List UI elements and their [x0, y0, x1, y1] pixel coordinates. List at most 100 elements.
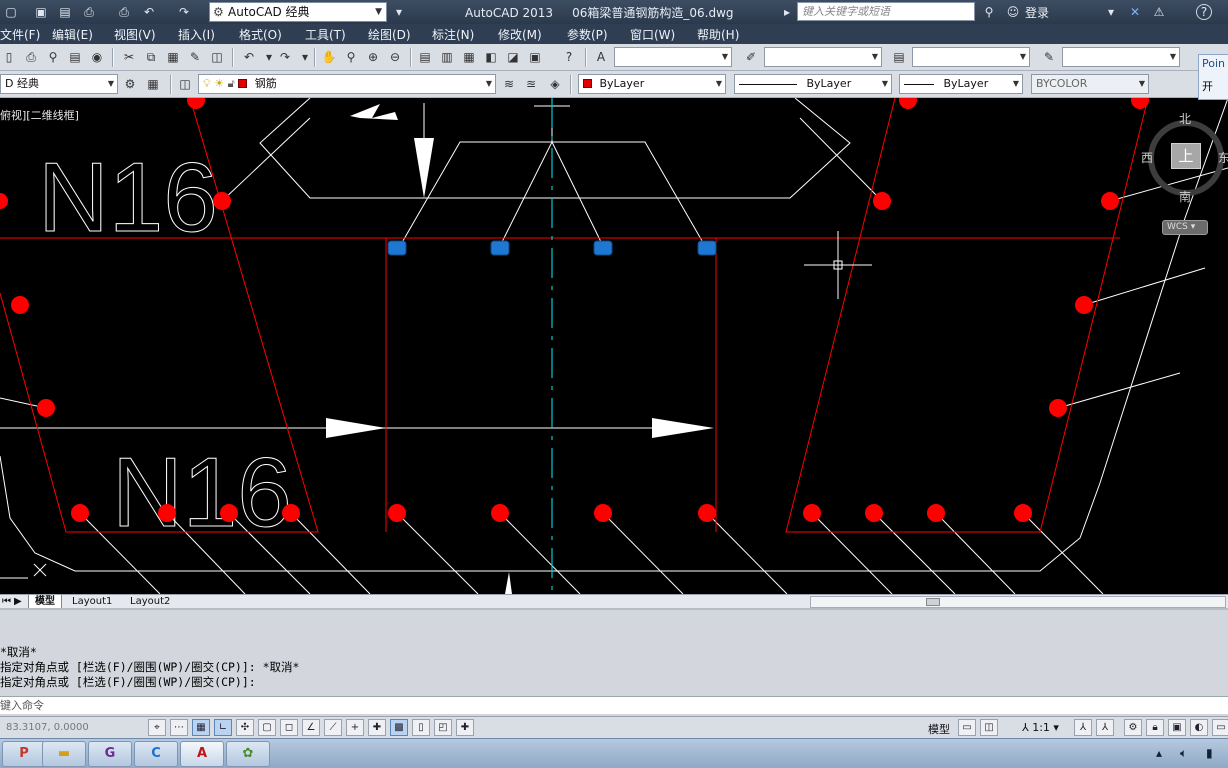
- annotation-monitor-icon[interactable]: ✚: [456, 719, 474, 736]
- explorer-icon[interactable]: ▬: [42, 741, 86, 767]
- zoom-realtime-icon[interactable]: ⚲: [342, 48, 360, 66]
- preview-icon[interactable]: ⚲: [44, 48, 62, 66]
- sheet-set-icon[interactable]: ◧: [482, 48, 500, 66]
- grid-icon[interactable]: ▦: [192, 719, 210, 736]
- annotation-scale[interactable]: ⅄ 1:1 ▾: [1022, 721, 1059, 734]
- table-style-select[interactable]: ▼: [912, 47, 1030, 67]
- mleader-style-select[interactable]: ▼: [1062, 47, 1180, 67]
- paste-icon[interactable]: ▦: [164, 48, 182, 66]
- color-select[interactable]: ByLayer ▼: [578, 74, 726, 94]
- exchange-icon[interactable]: ✕: [1126, 3, 1144, 21]
- layer-manager-icon[interactable]: ◫: [176, 75, 194, 93]
- workspace-settings-icon[interactable]: ▦: [144, 75, 162, 93]
- snap-icon[interactable]: ⋯: [170, 719, 188, 736]
- new-icon[interactable]: ▯: [0, 48, 18, 66]
- undo-icon[interactable]: ↶: [140, 3, 158, 21]
- coordinate-readout[interactable]: 83.3107, 0.0000: [6, 722, 89, 733]
- quick-properties-icon[interactable]: ▯: [412, 719, 430, 736]
- tray-expand-icon[interactable]: ▴: [1156, 746, 1162, 760]
- osnap-icon[interactable]: ▢: [258, 719, 276, 736]
- infer-constraints-icon[interactable]: ⌖: [148, 719, 166, 736]
- text-style-select[interactable]: ▼: [614, 47, 732, 67]
- horizontal-scrollbar[interactable]: [810, 596, 1226, 608]
- polar-icon[interactable]: ✣: [236, 719, 254, 736]
- clean-screen-icon[interactable]: ▭: [1212, 719, 1228, 736]
- publish-icon[interactable]: ◉: [88, 48, 106, 66]
- chevron-down-icon[interactable]: ▾: [296, 48, 314, 66]
- menu-window[interactable]: 窗口(W): [630, 26, 675, 43]
- compass-south[interactable]: 南: [1179, 188, 1191, 205]
- app-menu-icon[interactable]: ▢: [2, 3, 20, 21]
- auto-scale-icon[interactable]: ⅄: [1096, 719, 1114, 736]
- grip[interactable]: [697, 240, 717, 256]
- properties-icon[interactable]: ▤: [416, 48, 434, 66]
- grip[interactable]: [593, 240, 613, 256]
- publish-icon[interactable]: ⎙: [80, 3, 98, 21]
- pan-icon[interactable]: ✋: [320, 48, 338, 66]
- 3dosnap-icon[interactable]: ◻: [280, 719, 298, 736]
- quick-view-layouts-icon[interactable]: ▭: [958, 719, 976, 736]
- user-icon[interactable]: ☺: [1004, 3, 1022, 21]
- lineweight-icon[interactable]: ✚: [368, 719, 386, 736]
- menu-edit[interactable]: 编辑(E): [52, 26, 93, 43]
- caret-icon[interactable]: ▸: [778, 3, 796, 21]
- workspace-combo[interactable]: D 经典 ▼: [0, 74, 118, 94]
- menu-file[interactable]: 文件(F): [0, 26, 40, 43]
- viewcube[interactable]: 上 北 南 西 东: [1140, 112, 1228, 205]
- network-icon[interactable]: ▮: [1206, 746, 1213, 760]
- make-current-icon[interactable]: ≋: [500, 75, 518, 93]
- selection-cycling-icon[interactable]: ◰: [434, 719, 452, 736]
- layer-previous-icon[interactable]: ≊: [522, 75, 540, 93]
- drawing-canvas[interactable]: N16 N16 俯视][二维线框] 上 北 南 西 东 WCS ▾: [0, 98, 1228, 594]
- tab-layout1[interactable]: Layout1: [66, 595, 118, 609]
- zoom-window-icon[interactable]: ⊕: [364, 48, 382, 66]
- mleader-style-icon[interactable]: ✎: [1040, 48, 1058, 66]
- ducs-icon[interactable]: ⟋: [324, 719, 342, 736]
- toolbar-lock-icon[interactable]: 🔒︎: [1146, 719, 1164, 736]
- undo-icon[interactable]: ↶: [240, 48, 258, 66]
- print-icon[interactable]: ⎙: [22, 48, 40, 66]
- powerpoint-icon[interactable]: P: [2, 741, 46, 767]
- otrack-icon[interactable]: ∠: [302, 719, 320, 736]
- dyn-icon[interactable]: +: [346, 719, 364, 736]
- save-icon[interactable]: ▣: [32, 3, 50, 21]
- dropdown-icon[interactable]: ▾: [1102, 3, 1120, 21]
- help-icon[interactable]: ?: [1196, 4, 1212, 20]
- app-g-icon[interactable]: G: [88, 741, 132, 767]
- dim-style-icon[interactable]: ✐: [742, 48, 760, 66]
- menu-draw[interactable]: 绘图(D): [368, 26, 411, 43]
- login-link[interactable]: 登录: [1025, 4, 1049, 21]
- design-center-icon[interactable]: ▥: [438, 48, 456, 66]
- menu-help[interactable]: 帮助(H): [697, 26, 739, 43]
- compass-east[interactable]: 东: [1218, 149, 1228, 166]
- isolate-objects-icon[interactable]: ◐: [1190, 719, 1208, 736]
- markup-icon[interactable]: ◪: [504, 48, 522, 66]
- transparency-icon[interactable]: ▩: [390, 719, 408, 736]
- match-properties-icon[interactable]: ✎: [186, 48, 204, 66]
- wcs-menu[interactable]: WCS ▾: [1162, 220, 1208, 235]
- workspace-switch-icon[interactable]: ⚙: [1124, 719, 1142, 736]
- print-icon[interactable]: ⎙: [115, 3, 133, 21]
- viewcube-top-face[interactable]: 上: [1171, 143, 1201, 169]
- viewport-label[interactable]: 俯视][二维线框]: [0, 107, 79, 123]
- table-style-icon[interactable]: ▤: [890, 48, 908, 66]
- properties-palette-tab[interactable]: Poin 开: [1198, 54, 1228, 100]
- cut-icon[interactable]: ✂: [120, 48, 138, 66]
- binoculars-icon[interactable]: ⚲: [980, 3, 998, 21]
- command-input[interactable]: 键入命令: [0, 696, 1228, 714]
- app-paint-icon[interactable]: ✿: [226, 741, 270, 767]
- hardware-acceleration-icon[interactable]: ▣: [1168, 719, 1186, 736]
- model-space-label[interactable]: 模型: [928, 721, 950, 737]
- redo-icon[interactable]: ↷: [175, 3, 193, 21]
- quick-view-drawings-icon[interactable]: ◫: [980, 719, 998, 736]
- menu-dimension[interactable]: 标注(N): [432, 26, 474, 43]
- help-icon[interactable]: ?: [560, 48, 578, 66]
- scrollbar-thumb[interactable]: [926, 598, 940, 606]
- lineweight-select[interactable]: ByLayer ▼: [899, 74, 1023, 94]
- tool-palettes-icon[interactable]: ▦: [460, 48, 478, 66]
- menu-parametric[interactable]: 参数(P): [567, 26, 608, 43]
- menu-modify[interactable]: 修改(M): [498, 26, 542, 43]
- tab-layout2[interactable]: Layout2: [124, 595, 176, 609]
- grip[interactable]: [387, 240, 407, 256]
- menu-tools[interactable]: 工具(T): [305, 26, 346, 43]
